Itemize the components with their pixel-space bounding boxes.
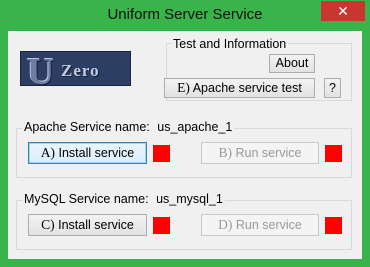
- apache-service-name: us_apache_1: [157, 120, 233, 134]
- apache-service-test-button[interactable]: E) Apache service test: [164, 78, 315, 98]
- mysql-run-label: Run service: [235, 218, 302, 232]
- apache-test-key: E): [177, 80, 190, 95]
- apache-install-indicator: [153, 145, 170, 162]
- apache-run-indicator: [325, 145, 342, 162]
- mysql-install-indicator: [153, 217, 170, 234]
- about-button[interactable]: About: [269, 54, 315, 73]
- logo-zero: Zero: [61, 61, 100, 80]
- app-window: Uniform Server Service ✕ U Zero Test and…: [0, 0, 370, 267]
- mysql-install-button[interactable]: C) Install service: [28, 214, 147, 236]
- close-icon: ✕: [337, 3, 349, 19]
- mysql-service-name-label: MySQL Service name: us_mysql_1: [22, 192, 225, 206]
- apache-install-label: Install service: [58, 146, 135, 160]
- mysql-run-key: D): [218, 217, 233, 232]
- mysql-service-name: us_mysql_1: [156, 192, 223, 206]
- close-button[interactable]: ✕: [321, 1, 365, 21]
- test-info-label: Test and Information: [171, 37, 289, 51]
- mysql-label-text: MySQL Service name:: [24, 192, 149, 206]
- uniform-zero-logo: U Zero: [20, 51, 131, 86]
- window-title: Uniform Server Service: [107, 6, 263, 23]
- logo-u: U: [27, 51, 55, 86]
- mysql-install-key: C): [41, 217, 55, 232]
- apache-run-label: Run service: [235, 146, 302, 160]
- title-bar[interactable]: Uniform Server Service ✕: [0, 0, 370, 31]
- mysql-run-button[interactable]: D) Run service: [201, 214, 319, 236]
- help-button[interactable]: ?: [324, 78, 341, 98]
- apache-test-label: Apache service test: [192, 81, 302, 95]
- apache-service-name-label: Apache Service name: us_apache_1: [22, 120, 235, 134]
- mysql-install-label: Install service: [58, 218, 134, 232]
- apache-run-key: B): [218, 145, 233, 160]
- apache-run-button[interactable]: B) Run service: [201, 142, 319, 164]
- client-area: U Zero Test and Information About E) Apa…: [8, 31, 362, 259]
- apache-install-button[interactable]: A) Install service: [28, 142, 147, 164]
- apache-label-text: Apache Service name:: [24, 120, 150, 134]
- apache-install-key: A): [40, 145, 56, 160]
- mysql-run-indicator: [325, 217, 342, 234]
